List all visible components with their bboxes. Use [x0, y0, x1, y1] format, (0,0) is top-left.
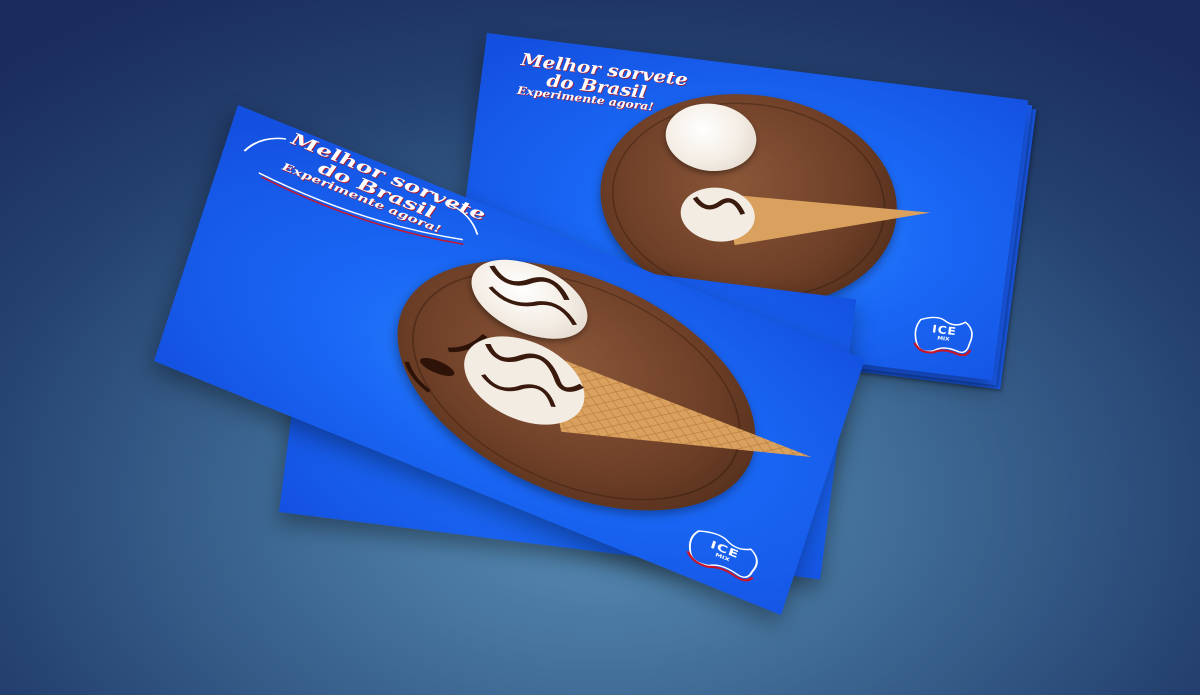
ice-mix-logo: ICE MIX	[908, 310, 979, 362]
